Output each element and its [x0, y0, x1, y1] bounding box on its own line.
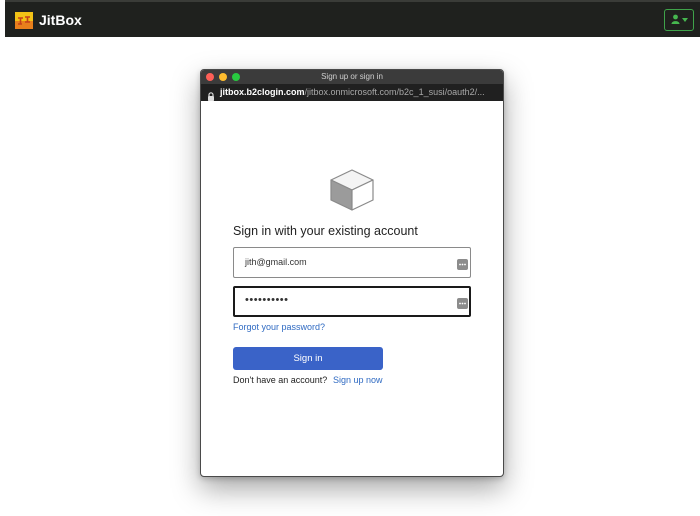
- sign-up-link[interactable]: Sign up now: [333, 375, 383, 386]
- url-bar[interactable]: jitbox.b2clogin.com/jitbox.onmicrosoft.c…: [201, 84, 503, 101]
- sign-in-button[interactable]: Sign in: [233, 347, 383, 370]
- user-menu-button[interactable]: [664, 9, 694, 31]
- keyboard-icon[interactable]: [457, 296, 468, 314]
- forgot-password-link[interactable]: Forgot your password?: [233, 322, 325, 333]
- keyboard-icon[interactable]: [457, 257, 468, 275]
- password-value: ••••••••••: [245, 294, 289, 306]
- signin-popup-window: Sign up or sign in jitbox.b2clogin.com/j…: [200, 69, 504, 477]
- window-title: Sign up or sign in: [321, 72, 383, 81]
- caret-down-icon: [681, 18, 688, 22]
- url-domain: jitbox.b2clogin.com: [220, 87, 305, 97]
- url-text: jitbox.b2clogin.com/jitbox.onmicrosoft.c…: [220, 87, 485, 98]
- url-path: /jitbox.onmicrosoft.com/b2c_1_susi/oauth…: [304, 87, 485, 97]
- jitbox-logo-icon[interactable]: [15, 12, 33, 29]
- email-field[interactable]: jith@gmail.com: [233, 247, 471, 278]
- lock-icon: [207, 88, 215, 101]
- top-navbar: JitBox: [5, 0, 700, 37]
- password-field[interactable]: ••••••••••: [233, 286, 471, 317]
- user-icon: [671, 11, 680, 29]
- email-value: jith@gmail.com: [245, 257, 307, 267]
- cube-icon: [329, 168, 375, 217]
- no-account-text: Don't have an account?: [233, 375, 328, 385]
- signin-heading: Sign in with your existing account: [233, 224, 418, 238]
- window-titlebar: Sign up or sign in: [201, 70, 503, 84]
- brand-name[interactable]: JitBox: [39, 11, 82, 29]
